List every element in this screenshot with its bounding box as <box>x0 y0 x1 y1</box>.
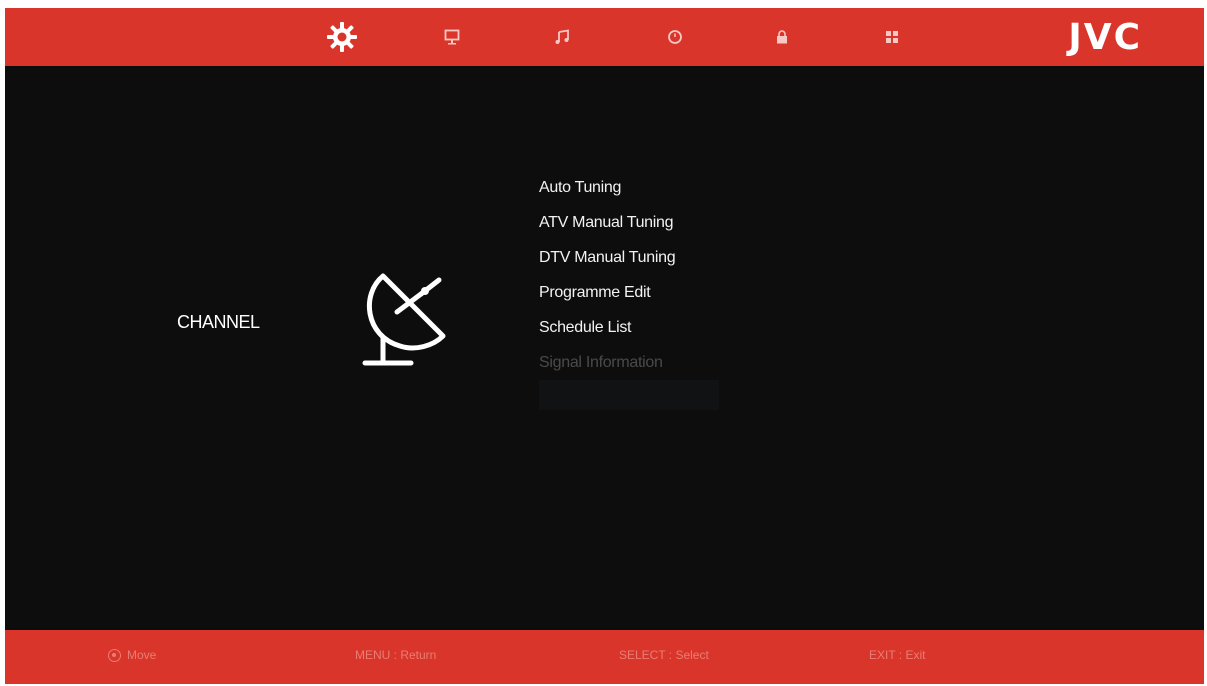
bottom-hint-bar: Move MENU : Return SELECT : Select EXIT … <box>5 630 1204 684</box>
tab-picture[interactable] <box>434 21 470 53</box>
lock-icon <box>775 29 789 45</box>
menu-content: CHANNEL Auto Tuning ATV Manual Tuning DT… <box>5 66 1204 630</box>
tab-apps[interactable] <box>874 21 910 53</box>
gear-icon <box>325 20 359 54</box>
menu-item-programme-edit[interactable]: Programme Edit <box>539 275 719 310</box>
menu-item-auto-tuning[interactable]: Auto Tuning <box>539 170 719 205</box>
hint-return: MENU : Return <box>355 648 436 662</box>
satellite-dish-icon <box>355 266 455 381</box>
channel-menu: Auto Tuning ATV Manual Tuning DTV Manual… <box>539 170 719 410</box>
hint-exit-text: EXIT : Exit <box>869 648 926 662</box>
menu-item-dtv-manual-tuning[interactable]: DTV Manual Tuning <box>539 240 719 275</box>
tab-setup[interactable] <box>324 21 360 53</box>
hint-move-text: Move <box>127 648 157 662</box>
tab-lock[interactable] <box>764 21 800 53</box>
music-note-icon <box>554 29 570 45</box>
tab-sound[interactable] <box>544 21 580 53</box>
monitor-icon <box>444 29 460 45</box>
menu-item-signal-information: Signal Information <box>539 354 663 371</box>
menu-empty-slot <box>539 380 719 410</box>
grid-icon <box>885 30 899 44</box>
menu-item-schedule-list[interactable]: Schedule List <box>539 310 719 345</box>
hint-select-text: SELECT : Select <box>619 648 709 662</box>
category-label: CHANNEL <box>177 312 260 332</box>
hint-return-text: MENU : Return <box>355 648 437 662</box>
tv-menu-screen: JVC CHANNEL Auto Tuning ATV Manual Tunin… <box>5 8 1204 684</box>
hint-move: Move <box>108 648 156 662</box>
brand-logo: JVC <box>1068 17 1142 58</box>
menu-item-atv-manual-tuning[interactable]: ATV Manual Tuning <box>539 205 719 240</box>
clock-icon <box>667 29 683 45</box>
hint-select: SELECT : Select <box>619 648 709 662</box>
top-menu-bar: JVC <box>5 8 1204 66</box>
dpad-icon <box>108 648 121 662</box>
tab-time[interactable] <box>657 21 693 53</box>
hint-exit: EXIT : Exit <box>869 648 925 662</box>
